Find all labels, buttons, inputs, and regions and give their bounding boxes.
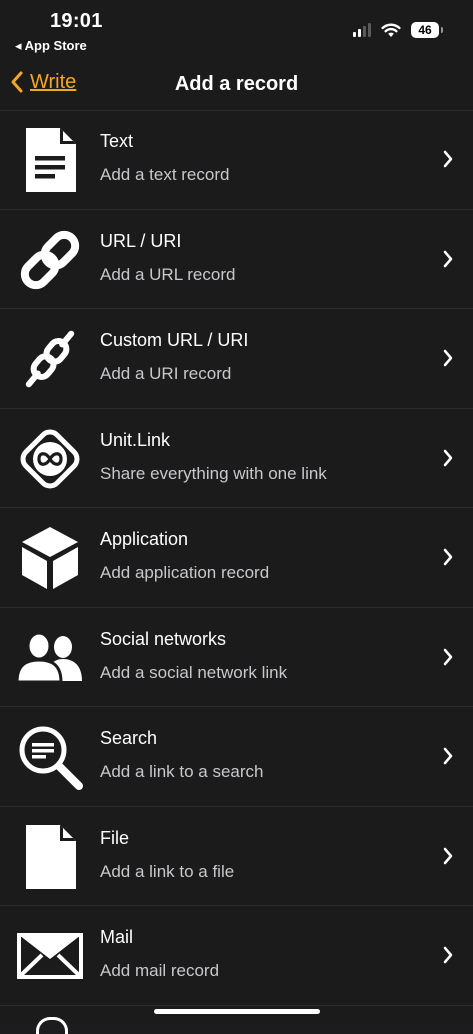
people-icon <box>16 624 84 692</box>
record-subtitle: Share everything with one link <box>100 463 327 483</box>
unit-link-icon <box>16 425 84 493</box>
status-icons: 46 <box>353 22 443 38</box>
search-icon <box>16 723 84 791</box>
navigation-bar: Write Add a record <box>0 60 473 111</box>
status-time: 19:01 <box>50 10 103 32</box>
chevron-right-icon <box>443 946 453 964</box>
record-row-social-networks[interactable]: Social networks Add a social network lin… <box>0 608 473 707</box>
record-row-unit-link[interactable]: Unit.Link Share everything with one link <box>0 409 473 508</box>
chevron-right-icon <box>443 648 453 665</box>
record-title: Mail <box>100 927 134 947</box>
record-title: Search <box>100 728 158 748</box>
cellular-signal-icon <box>353 23 371 37</box>
chevron-right-icon <box>443 349 453 367</box>
record-subtitle: Add a link to a search <box>100 762 264 781</box>
record-type-list: Text Add a text record URL / URI Add a U… <box>0 110 473 1006</box>
chevron-right-icon <box>443 847 453 864</box>
record-row-custom-url[interactable]: Custom URL / URI Add a URI record <box>0 309 473 409</box>
record-subtitle: Add mail record <box>100 961 220 980</box>
chevron-right-icon <box>443 548 453 566</box>
record-row-text[interactable]: Text Add a text record <box>0 110 473 210</box>
back-to-app-link[interactable]: ◂ App Store <box>15 38 87 54</box>
custom-link-icon <box>16 325 84 393</box>
status-bar: 19:01 ◂ App Store 46 <box>0 0 473 58</box>
record-subtitle: Add a text record <box>100 165 230 184</box>
home-indicator[interactable] <box>154 1009 320 1014</box>
record-row-application[interactable]: Application Add application record <box>0 508 473 608</box>
record-subtitle: Add a URI record <box>100 364 232 383</box>
chevron-right-icon <box>443 150 453 168</box>
cube-icon <box>16 524 84 592</box>
record-subtitle: Add a social network link <box>100 662 288 682</box>
document-icon <box>16 126 84 194</box>
chevron-right-icon <box>443 250 453 267</box>
record-title: Unit.Link <box>100 429 171 450</box>
record-row-file[interactable]: File Add a link to a file <box>0 807 473 906</box>
wifi-icon <box>381 23 401 37</box>
battery-icon: 46 <box>411 22 443 38</box>
record-title: Social networks <box>100 628 227 649</box>
record-subtitle: Add a link to a file <box>100 861 235 881</box>
mail-icon <box>16 922 84 990</box>
record-subtitle: Add a URL record <box>100 264 236 284</box>
record-row-url[interactable]: URL / URI Add a URL record <box>0 210 473 309</box>
record-subtitle: Add application record <box>100 563 270 582</box>
page-title: Add a record <box>174 73 299 95</box>
record-title: File <box>100 827 130 848</box>
record-title: Custom URL / URI <box>100 330 249 350</box>
record-row-search[interactable]: Search Add a link to a search <box>0 707 473 807</box>
record-title: Text <box>100 131 134 151</box>
record-title: URL / URI <box>100 230 182 251</box>
chevron-right-icon <box>443 449 453 466</box>
link-icon <box>16 226 84 294</box>
chevron-right-icon <box>443 747 453 765</box>
next-record-icon <box>36 1017 68 1034</box>
record-title: Application <box>100 529 189 549</box>
record-row-mail[interactable]: Mail Add mail record <box>0 906 473 1006</box>
file-icon <box>16 823 84 891</box>
